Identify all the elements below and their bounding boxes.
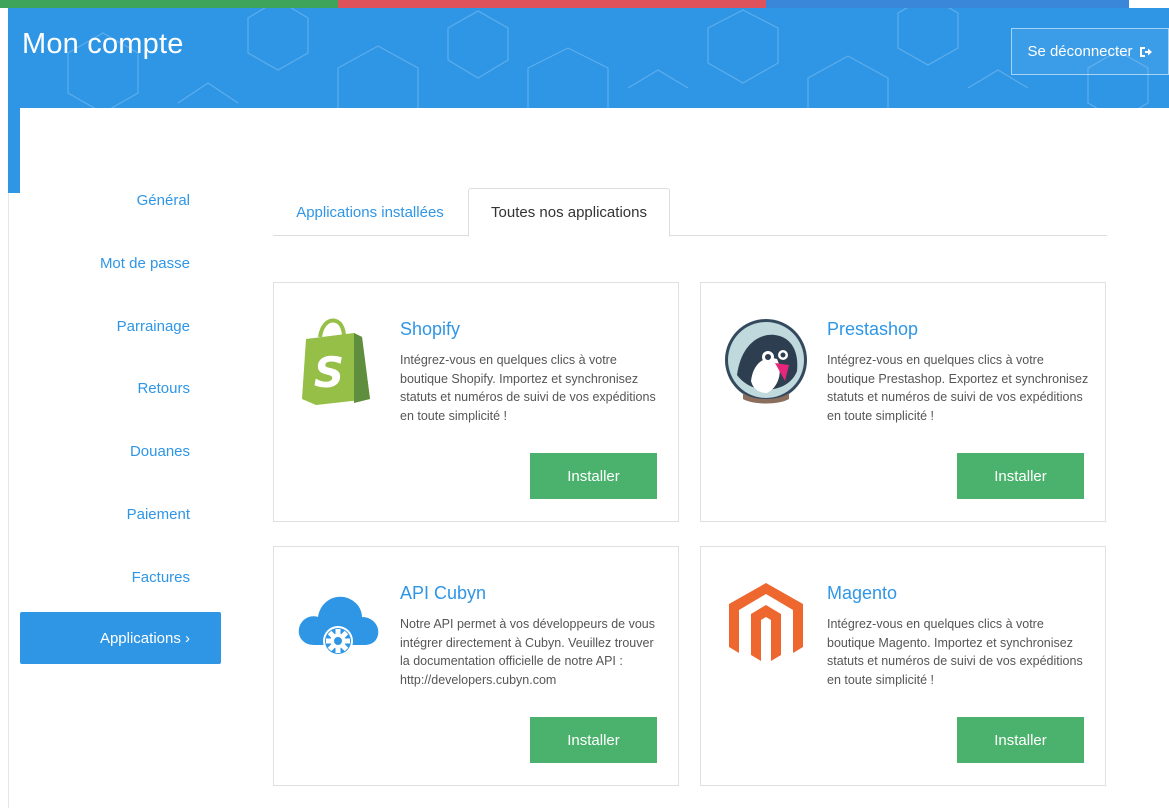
cloud-gear-icon [298,596,379,656]
app-name: API Cubyn [400,583,487,603]
color-bar-red [338,0,766,8]
install-api-cubyn-button[interactable]: Installer [530,717,657,763]
left-divider [8,193,9,808]
top-color-bar [0,0,1169,8]
app-description: Notre API permet à vos développeurs de v… [400,617,656,687]
page-title: Mon compte [22,28,184,60]
tab-all-applications[interactable]: Toutes nos applications [468,188,670,237]
app-description: Intégrez-vous en quelques clics à votre … [827,353,1089,423]
app-name: Prestashop [827,319,919,339]
shopify-logo-icon: S [302,318,370,405]
logout-label: Se déconnecter [1027,43,1133,60]
sidebar-item-referral[interactable]: Parrainage [20,300,221,352]
magento-logo-icon [729,583,803,661]
sidebar-item-payment[interactable]: Paiement [20,488,221,540]
sign-out-icon [1139,46,1152,57]
color-bar-green [0,0,338,8]
logout-button[interactable]: Se déconnecter [1011,28,1169,75]
app-card-prestashop: Prestashop Intégrez-vous en quelques cli… [700,282,1106,522]
sidebar-item-password[interactable]: Mot de passe [20,237,221,289]
install-magento-button[interactable]: Installer [957,717,1084,763]
install-prestashop-button[interactable]: Installer [957,453,1084,499]
sidebar-item-invoices[interactable]: Factures [20,551,221,603]
svg-text:S: S [314,348,344,397]
sidebar-item-general[interactable]: Général [20,174,221,226]
app-name: Magento [827,583,898,603]
app-description: Intégrez-vous en quelques clics à votre … [400,353,656,423]
app-name: Shopify [400,319,461,339]
app-card-magento: Magento Intégrez-vous en quelques clics … [700,546,1106,786]
app-description: Intégrez-vous en quelques clics à votre … [827,617,1083,687]
sidebar-item-applications[interactable]: Applications › [20,612,221,664]
app-card-shopify: S Shopify Intégrez-vous en quelques clic… [273,282,679,522]
sidebar-item-customs[interactable]: Douanes [20,425,221,477]
tab-installed-applications[interactable]: Applications installées [273,188,467,236]
sidebar-item-returns[interactable]: Retours [20,362,221,414]
prestashop-logo-icon [725,319,807,404]
app-card-api-cubyn: API Cubyn Notre API permet à vos dévelop… [273,546,679,786]
color-bar-blue [766,0,1129,8]
applications-tabs: Applications installées Toutes nos appli… [273,188,1107,237]
install-shopify-button[interactable]: Installer [530,453,657,499]
